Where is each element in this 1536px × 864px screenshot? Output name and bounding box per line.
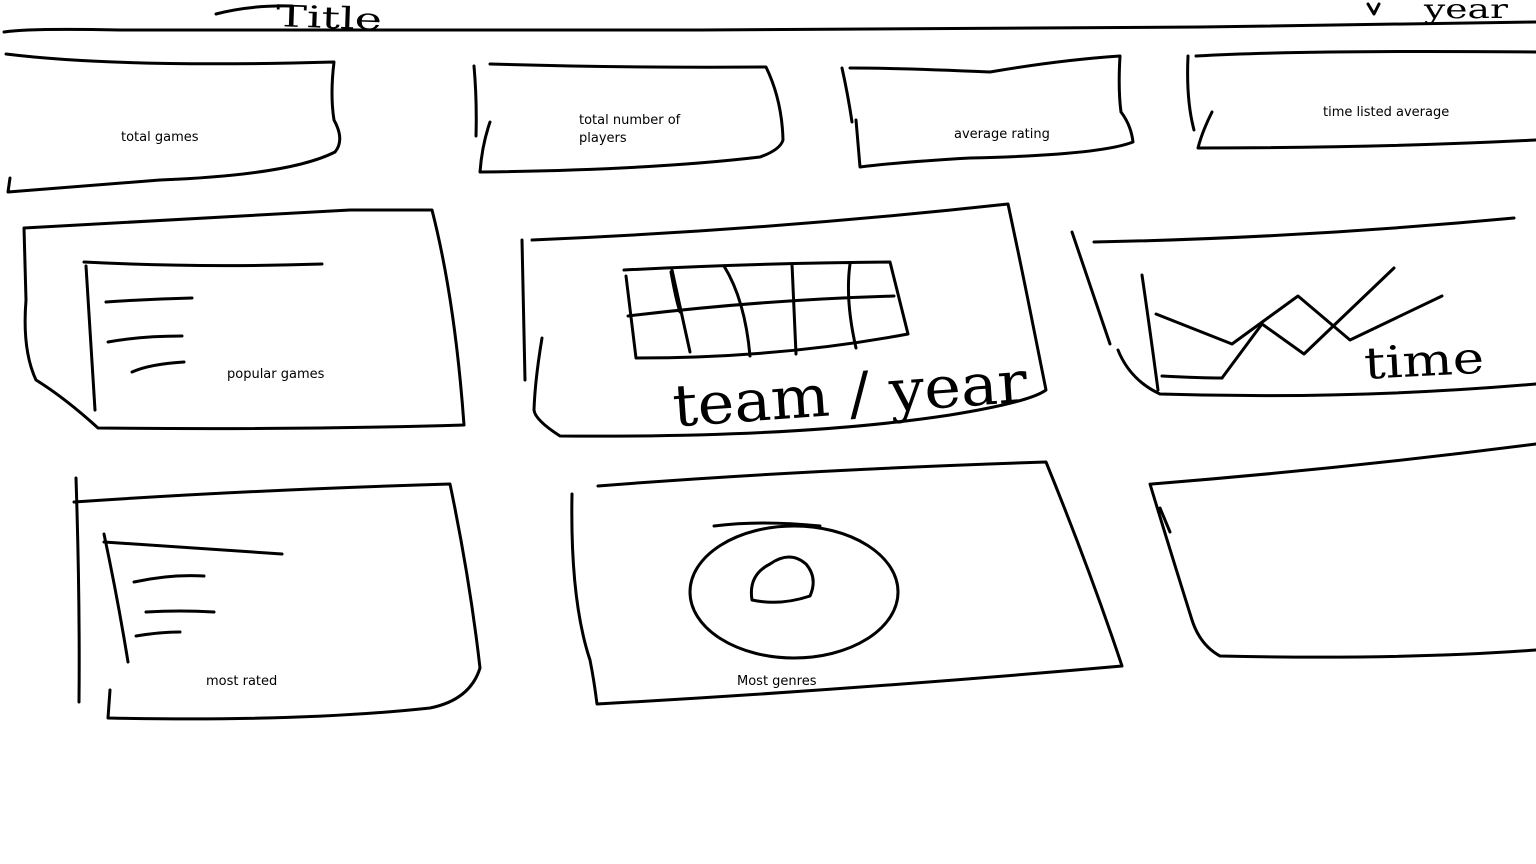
panel-empty xyxy=(1148,442,1536,659)
cursor-marker xyxy=(669,270,682,314)
kpi-label-average-rating: average rating xyxy=(954,127,1050,142)
panel-frame xyxy=(570,460,1124,706)
header-divider xyxy=(2,20,1536,34)
kpi-label-total-players: total number of players xyxy=(579,113,681,146)
bar-chart-axes xyxy=(102,532,284,664)
bar-3 xyxy=(130,360,186,374)
panel-time: time xyxy=(1070,216,1536,398)
kpi-card-average-rating xyxy=(840,54,1135,169)
bar-1 xyxy=(104,296,194,304)
kpi-label-total-games: total games xyxy=(121,130,199,145)
year-filter-dropdown[interactable]: year xyxy=(1423,0,1509,25)
panel-label-most-rated: most rated xyxy=(206,674,278,689)
panel-popular-games xyxy=(22,208,466,431)
header: Title year xyxy=(2,0,1536,38)
bar-2 xyxy=(106,334,184,344)
filter-dropdown-arrow-icon[interactable] xyxy=(1366,2,1381,16)
page-title: Title xyxy=(275,0,382,38)
bar-3 xyxy=(134,630,182,638)
time-axis-label: time xyxy=(1363,333,1486,390)
panel-team-year: team / year xyxy=(520,202,1048,441)
kpi-label-time-listed-average: time listed average xyxy=(1323,105,1450,120)
kpi-card-total-games xyxy=(4,52,342,194)
wireframe-sketch: Title year team / year time xyxy=(2,0,1536,721)
panel-frame xyxy=(1148,442,1536,659)
bar-1 xyxy=(132,574,206,584)
panel-label-most-genres: Most genres xyxy=(737,674,817,689)
donut-outer-ring xyxy=(688,524,900,660)
donut-inner-hole xyxy=(749,555,815,604)
panel-label-popular-games: popular games xyxy=(227,367,325,382)
line-chart-axes xyxy=(1140,273,1224,392)
team-year-caption: team / year xyxy=(670,348,1029,441)
kpi-card-time-listed-average xyxy=(1186,50,1536,150)
panel-most-genres xyxy=(570,460,1124,706)
table-grid xyxy=(622,260,910,360)
donut-top-stroke xyxy=(712,521,822,528)
bar-2 xyxy=(144,609,216,614)
bar-chart-axes xyxy=(82,260,324,412)
